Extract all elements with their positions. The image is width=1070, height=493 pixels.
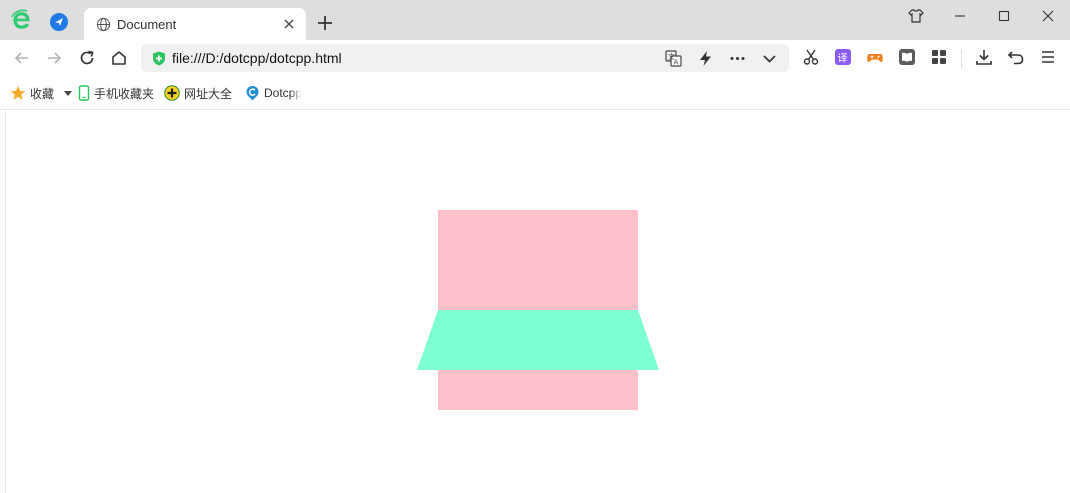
caret-down-icon[interactable] xyxy=(62,87,74,99)
apps-icon[interactable] xyxy=(930,48,948,66)
more-icon[interactable] xyxy=(729,50,746,67)
game-icon[interactable] xyxy=(866,48,884,66)
menu-icon[interactable] xyxy=(1039,48,1057,66)
toolbar-divider xyxy=(961,50,962,68)
address-bar[interactable]: file:///D:/dotcpp/dotcpp.html 文 A xyxy=(141,44,789,72)
skin-icon[interactable] xyxy=(907,7,925,25)
aquamarine-trapezoid xyxy=(417,310,659,370)
bookmark-label: Dotcpp xyxy=(264,86,303,100)
shield-icon[interactable] xyxy=(152,51,166,66)
undo-icon[interactable] xyxy=(1007,48,1025,66)
send-icon xyxy=(55,18,63,26)
url-text[interactable]: file:///D:/dotcpp/dotcpp.html xyxy=(172,50,342,66)
viewport-edge xyxy=(5,110,6,493)
globe-icon xyxy=(96,17,111,32)
maximize-button[interactable] xyxy=(995,7,1013,25)
translate-purple-icon[interactable]: 译 xyxy=(834,48,852,66)
new-tab-button[interactable] xyxy=(317,15,333,31)
bookmarks-bar: 收藏 手机收藏夹 网址大全 Dotcpp xyxy=(0,77,1070,110)
web-directory-icon xyxy=(164,85,180,101)
forward-button[interactable] xyxy=(45,49,63,67)
close-icon[interactable] xyxy=(283,18,295,30)
reader-icon[interactable] xyxy=(898,48,916,66)
pinned-tab-icon[interactable] xyxy=(50,13,68,31)
translate-icon[interactable]: 文 A xyxy=(665,50,682,67)
bookmark-label: 手机收藏夹 xyxy=(94,86,155,101)
download-icon[interactable] xyxy=(975,48,993,66)
bookmark-label: 网址大全 xyxy=(184,86,233,101)
tab-document[interactable]: Document xyxy=(84,8,306,40)
bookmark-web-directory[interactable]: 网址大全 xyxy=(164,84,232,102)
bookmark-mobile-favorites[interactable]: 手机收藏夹 xyxy=(78,84,154,102)
dotcpp-icon xyxy=(246,86,259,101)
tab-strip: Document xyxy=(0,0,1070,40)
lightning-icon[interactable] xyxy=(697,50,714,67)
bookmark-dotcpp[interactable]: Dotcpp xyxy=(245,84,307,102)
home-button[interactable] xyxy=(110,49,128,67)
browser-logo-icon[interactable] xyxy=(10,8,34,32)
bookmark-favorites[interactable]: 收藏 xyxy=(10,84,78,102)
navigation-toolbar: file:///D:/dotcpp/dotcpp.html 文 A 译 xyxy=(0,40,1070,77)
bookmark-label: 收藏 xyxy=(30,86,55,101)
svg-text:译: 译 xyxy=(838,53,848,65)
chevron-down-icon[interactable] xyxy=(761,50,778,67)
reload-button[interactable] xyxy=(78,49,96,67)
back-button[interactable] xyxy=(13,49,31,67)
minimize-button[interactable] xyxy=(951,7,969,25)
phone-icon xyxy=(78,85,90,101)
scissors-icon[interactable] xyxy=(802,48,820,66)
page-viewport xyxy=(0,110,1070,493)
svg-text:A: A xyxy=(674,59,679,67)
tab-title: Document xyxy=(117,17,177,32)
star-icon xyxy=(10,86,26,100)
window-close-button[interactable] xyxy=(1039,7,1057,25)
